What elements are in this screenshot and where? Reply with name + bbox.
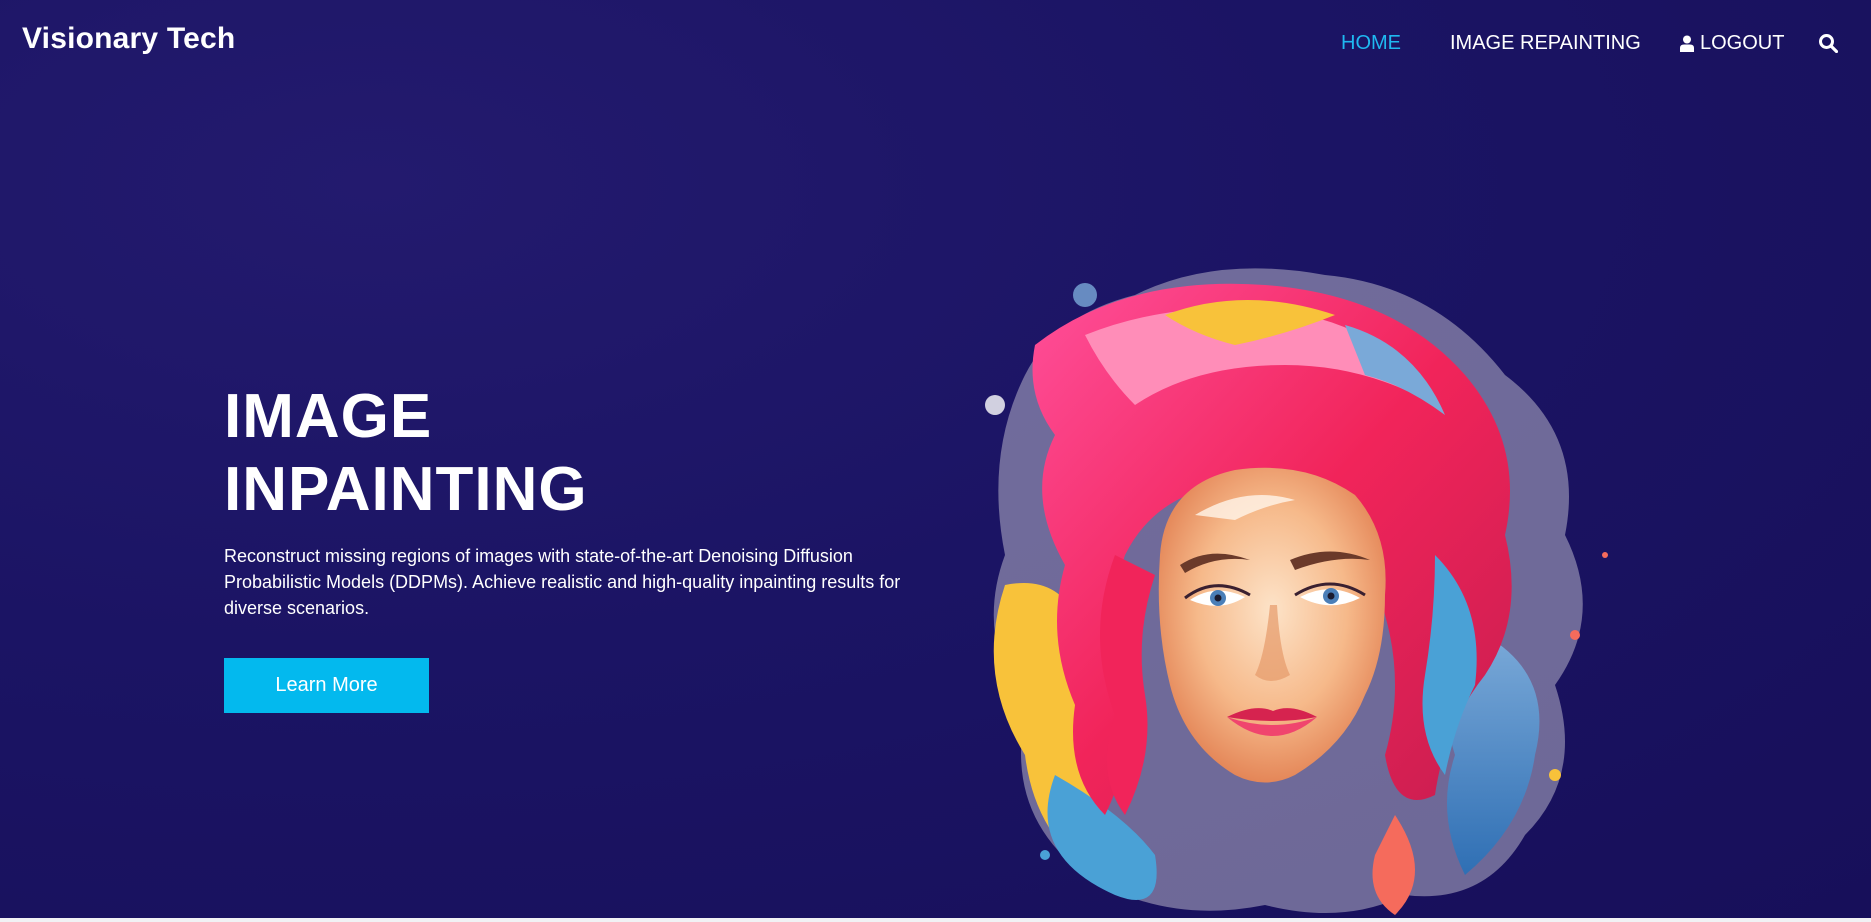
nav-image-repainting[interactable]: IMAGE REPAINTING [1450,32,1641,55]
nav-image-repainting-label: IMAGE REPAINTING [1450,31,1641,54]
nav-logout[interactable]: LOGOUT [1680,32,1784,55]
hero-description: Reconstruct missing regions of images wi… [224,546,901,618]
brand-logo[interactable]: Visionary Tech [22,22,235,56]
hero-title: IMAGE INPAINTING [224,380,744,526]
search-icon [1818,33,1838,53]
page: Visionary Tech HOME IMAGE REPAINTING LOG… [0,0,1871,922]
hero-title-line2: INPAINTING [224,455,588,524]
nav-logout-label: LOGOUT [1700,31,1785,54]
search-button[interactable] [1818,33,1838,53]
bottom-strip [0,918,1871,922]
user-icon [1680,35,1694,52]
hero-title-line1: IMAGE [224,382,433,451]
nav-home[interactable]: HOME [1341,32,1401,55]
portrait-illustration [985,268,1608,915]
nav-home-label: HOME [1341,31,1401,54]
learn-more-button[interactable]: Learn More [224,658,429,713]
hero-section: Visionary Tech HOME IMAGE REPAINTING LOG… [0,0,1871,918]
